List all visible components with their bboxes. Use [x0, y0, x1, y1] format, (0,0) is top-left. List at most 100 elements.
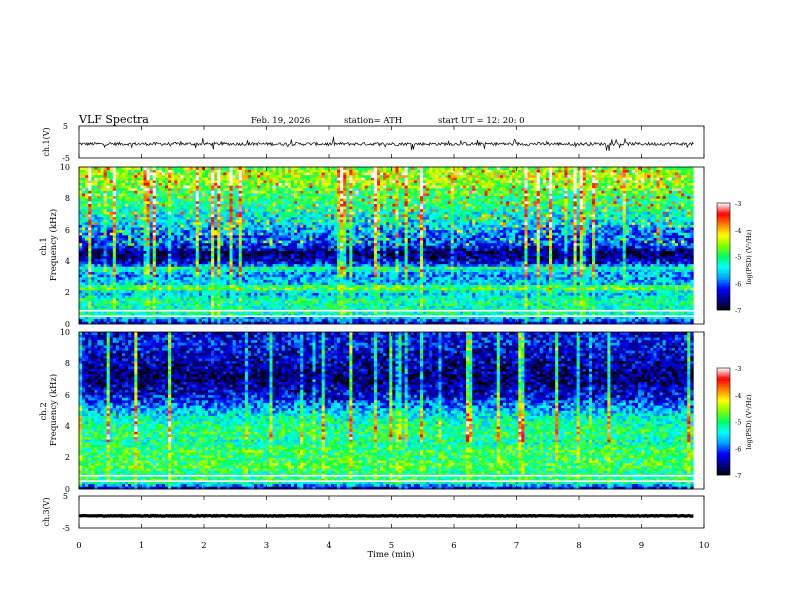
spectrogram-cell — [540, 319, 543, 322]
spectrogram-cell — [319, 280, 322, 283]
spectrogram-cell — [128, 285, 131, 288]
spectrogram-cell — [368, 287, 371, 290]
spectrogram-cell — [205, 269, 208, 272]
spectrogram-cell — [309, 266, 312, 269]
spectrogram-cell — [374, 277, 377, 280]
spectrogram-cell — [589, 269, 592, 272]
spectrogram-cell — [162, 298, 165, 301]
spectrogram-cell — [190, 259, 193, 262]
spectrogram-cell — [291, 266, 294, 269]
spectrogram-cell — [82, 266, 85, 269]
spectrogram-cell — [580, 303, 583, 306]
spectrogram-cell — [389, 259, 392, 262]
spectrogram-cell — [398, 264, 401, 267]
spectrogram-cell — [678, 295, 681, 298]
spectrogram-cell — [199, 306, 202, 309]
spectrogram-cell — [125, 261, 128, 264]
spectrogram-cell — [134, 290, 137, 293]
spectrogram-cell — [690, 277, 693, 280]
spectrogram-cell — [392, 277, 395, 280]
spectrogram-cell — [494, 295, 497, 298]
spectrogram-cell — [322, 282, 325, 285]
spectrogram-cell — [389, 303, 392, 306]
spectrogram-cell — [561, 300, 564, 303]
spectrogram-cell — [666, 319, 669, 322]
spectrogram-cell — [481, 264, 484, 267]
spectrogram-cell — [205, 298, 208, 301]
spectrogram-cell — [684, 274, 687, 277]
spectrogram-cell — [503, 319, 506, 322]
spectrogram-cell — [150, 277, 153, 280]
spectrogram-cell — [193, 259, 196, 262]
spectrogram-cell — [266, 282, 269, 285]
spectrogram-cell — [555, 266, 558, 269]
spectrogram-cell — [660, 280, 663, 283]
spectrogram-cell — [672, 272, 675, 275]
spectrogram-cell — [675, 274, 678, 277]
spectrogram-cell — [91, 300, 94, 303]
spectrogram-cell — [420, 266, 423, 269]
spectrogram-cell — [389, 298, 392, 301]
spectrogram-cell — [291, 290, 294, 293]
spectrogram-cell — [226, 293, 229, 296]
spectrogram-cell — [589, 293, 592, 296]
spectrogram-cell — [365, 295, 368, 298]
spectrogram-cell — [217, 264, 220, 267]
spectrogram-cell — [540, 298, 543, 301]
spectrogram-cell — [506, 277, 509, 280]
spectrogram-cell — [405, 293, 408, 296]
spectrogram-cell — [196, 300, 199, 303]
spectrogram-cell — [580, 295, 583, 298]
spectrogram-cell — [653, 277, 656, 280]
spectrogram-cell — [334, 280, 337, 283]
spectrogram-cell — [242, 295, 245, 298]
spectrogram-cell — [491, 306, 494, 309]
spectrogram-cell — [187, 269, 190, 272]
spectrogram-cell — [577, 269, 580, 272]
spectrogram-cell — [638, 287, 641, 290]
spectrogram-cell — [610, 259, 613, 262]
spectrogram-cell — [617, 319, 620, 322]
spectrogram-cell — [669, 277, 672, 280]
spectrogram-cell — [177, 306, 180, 309]
spectrogram-cell — [168, 272, 171, 275]
spectrogram-cell — [543, 290, 546, 293]
spectrogram-cell — [325, 272, 328, 275]
spectrogram-cell — [214, 269, 217, 272]
spectrogram-cell — [386, 264, 389, 267]
spectrogram-cell — [509, 261, 512, 264]
spectrogram-cell — [690, 295, 693, 298]
spectrogram-cell — [131, 282, 134, 285]
spectrogram-cell — [567, 290, 570, 293]
spectrogram-cell — [506, 269, 509, 272]
spectrogram-cell — [460, 266, 463, 269]
spectrogram-cell — [334, 287, 337, 290]
spectrogram-cell — [598, 298, 601, 301]
spectrogram-cell — [506, 303, 509, 306]
spectrogram-cell — [460, 277, 463, 280]
spectrogram-cell — [604, 300, 607, 303]
spectrogram-cell — [377, 277, 380, 280]
spectrogram-cell — [454, 269, 457, 272]
spectrogram-cell — [632, 259, 635, 262]
spectrogram-cell — [524, 266, 527, 269]
spectrogram-cell — [586, 287, 589, 290]
spectrogram-cell — [349, 261, 352, 264]
spectrogram-cell — [266, 259, 269, 262]
spectrogram-cell — [328, 295, 331, 298]
spectrogram-cell — [460, 287, 463, 290]
spectrogram-cell — [521, 269, 524, 272]
spectrogram-cell — [150, 269, 153, 272]
spectrogram-cell — [273, 272, 276, 275]
spectrogram-cell — [334, 319, 337, 322]
spectrogram-cell — [632, 306, 635, 309]
spectrogram-cell — [276, 266, 279, 269]
spectrogram-cell — [122, 285, 125, 288]
spectrogram-cell — [417, 290, 420, 293]
spectrogram-cell — [580, 285, 583, 288]
spectrogram-cell — [119, 259, 122, 262]
spectrogram-cell — [497, 269, 500, 272]
spectrogram-cell — [325, 293, 328, 296]
spectrogram-cell — [558, 259, 561, 262]
spectrogram-cell — [592, 266, 595, 269]
